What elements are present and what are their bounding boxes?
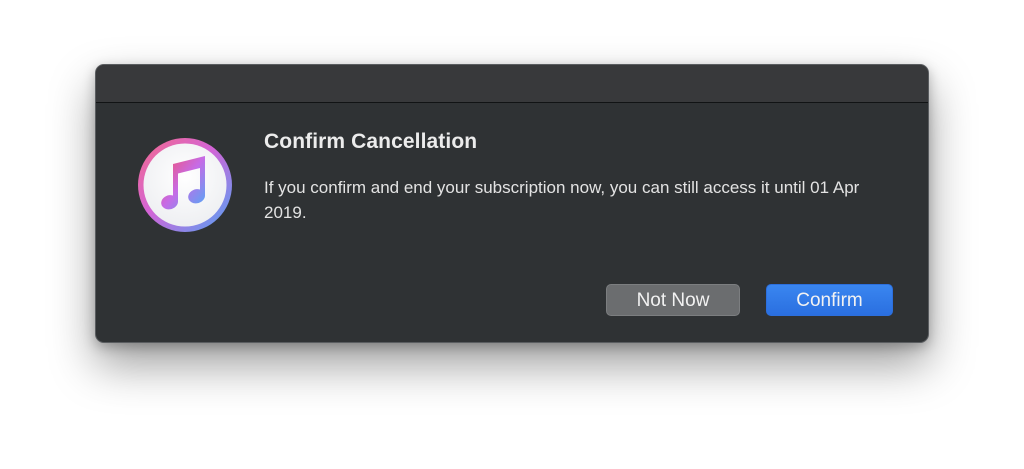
not-now-button[interactable]: Not Now (606, 284, 740, 316)
dialog-titlebar (96, 65, 928, 103)
confirm-button[interactable]: Confirm (766, 284, 893, 316)
dialog-title: Confirm Cancellation (264, 130, 478, 153)
confirm-cancellation-dialog: Confirm Cancellation If you confirm and … (95, 64, 929, 343)
itunes-app-icon (137, 137, 233, 233)
screen: Confirm Cancellation If you confirm and … (0, 0, 1024, 469)
dialog-message: If you confirm and end your subscription… (264, 178, 860, 222)
